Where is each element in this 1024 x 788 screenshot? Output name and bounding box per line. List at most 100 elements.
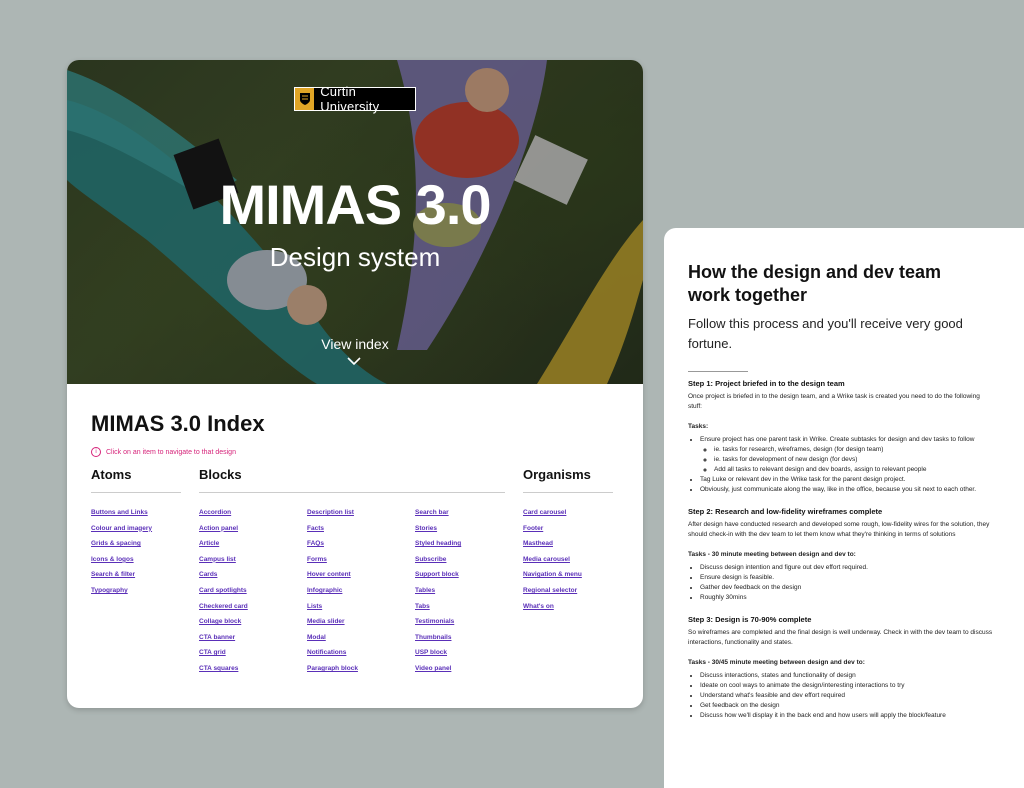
- index-list-item: Search & filter: [91, 563, 152, 579]
- index-link[interactable]: Accordion: [199, 509, 231, 516]
- index-list-item: Testimonials: [415, 610, 461, 626]
- task-item: Discuss how we'll display it in the back…: [700, 711, 993, 721]
- index-list-item: Typography: [91, 579, 152, 595]
- index-link[interactable]: Infographic: [307, 587, 342, 594]
- index-link[interactable]: CTA banner: [199, 634, 235, 641]
- index-link[interactable]: Testimonials: [415, 618, 454, 625]
- index-list-item: Facts: [307, 517, 358, 533]
- step-desc: So wireframes are completed and the fina…: [688, 629, 993, 646]
- task-list: Discuss design intention and figure out …: [688, 563, 993, 603]
- index-list-item: Thumbnails: [415, 626, 461, 642]
- index-link[interactable]: Tables: [415, 587, 435, 594]
- index-link[interactable]: Styled heading: [415, 540, 461, 547]
- process-intro: Follow this process and you'll receive v…: [688, 316, 963, 351]
- index-link[interactable]: Lists: [307, 603, 322, 610]
- task-item: Discuss design intention and figure out …: [700, 563, 993, 573]
- index-link[interactable]: Colour and imagery: [91, 525, 152, 532]
- index-link[interactable]: Icons & logos: [91, 556, 134, 563]
- index-list-item: Regional selector: [523, 579, 582, 595]
- process-title: How the design and dev team work togethe…: [688, 262, 942, 305]
- tasks-label: Tasks - 30/45 minute meeting between des…: [688, 659, 865, 666]
- organisms-list: Card carousel Footer Masthead Media carouse…: [523, 501, 582, 610]
- index-link[interactable]: Campus list: [199, 556, 236, 563]
- index-link[interactable]: Media carousel: [523, 556, 570, 563]
- index-link[interactable]: Modal: [307, 634, 326, 641]
- index-link[interactable]: FAQs: [307, 540, 324, 547]
- index-link[interactable]: Article: [199, 540, 219, 547]
- task-item: Ensure design is feasible.: [700, 573, 993, 583]
- subtask-item: ie. tasks for development of new design …: [714, 455, 993, 465]
- index-list-item: Icons & logos: [91, 548, 152, 564]
- index-list-item: Media carousel: [523, 548, 582, 564]
- index-link[interactable]: Card spotlights: [199, 587, 247, 594]
- index-link[interactable]: CTA squares: [199, 665, 238, 672]
- crest-icon: [295, 88, 315, 110]
- hero-banner: Curtin University MIMAS 3.0 Design syste…: [67, 60, 643, 384]
- index-link[interactable]: Search & filter: [91, 571, 135, 578]
- task-item: Obviously, just communicate along the wa…: [700, 485, 993, 495]
- view-index-link[interactable]: View index: [67, 336, 643, 352]
- index-link[interactable]: Typography: [91, 587, 128, 594]
- index-list-item: Card spotlights: [199, 579, 248, 595]
- index-link[interactable]: Card carousel: [523, 509, 566, 516]
- index-list-item: Masthead: [523, 532, 582, 548]
- index-link[interactable]: Support block: [415, 571, 459, 578]
- process-card: How the design and dev team work togethe…: [664, 228, 1024, 788]
- index-list-item: Styled heading: [415, 532, 461, 548]
- index-link[interactable]: Action panel: [199, 525, 238, 532]
- index-link[interactable]: Video panel: [415, 665, 451, 672]
- index-list-item: Forms: [307, 548, 358, 564]
- index-link[interactable]: Notifications: [307, 649, 346, 656]
- index-list-item: CTA grid: [199, 641, 248, 657]
- index-list-item: Footer: [523, 517, 582, 533]
- index-link[interactable]: Media slider: [307, 618, 345, 625]
- blocks-list-1: Accordion Action panel Article Campus list C…: [199, 501, 248, 673]
- index-link[interactable]: Search bar: [415, 509, 449, 516]
- atoms-heading: Atoms: [91, 467, 132, 482]
- index-list-item: Infographic: [307, 579, 358, 595]
- index-list-item: Tables: [415, 579, 461, 595]
- index-link[interactable]: Facts: [307, 525, 324, 532]
- task-item: Understand what's feasible and dev effor…: [700, 691, 993, 701]
- index-link[interactable]: Thumbnails: [415, 634, 451, 641]
- blocks-list-2: Description list Facts FAQs Forms Hover cont…: [307, 501, 358, 673]
- step-2: Step 2: Research and low-fidelity wirefr…: [688, 507, 993, 603]
- index-list-item: Tabs: [415, 595, 461, 611]
- index-link[interactable]: What's on: [523, 603, 554, 610]
- index-list-item: CTA squares: [199, 657, 248, 673]
- index-list-item: Search bar: [415, 501, 461, 517]
- index-link[interactable]: Collage block: [199, 618, 241, 625]
- index-link[interactable]: Paragraph block: [307, 665, 358, 672]
- index-link[interactable]: Grids & spacing: [91, 540, 141, 547]
- step-desc: After design have conducted research and…: [688, 521, 990, 538]
- index-list-item: Hover content: [307, 563, 358, 579]
- index-link[interactable]: CTA grid: [199, 649, 226, 656]
- index-link[interactable]: Cards: [199, 571, 217, 578]
- index-link[interactable]: Stories: [415, 525, 437, 532]
- task-item: Ensure project has one parent task in Wr…: [700, 435, 993, 475]
- index-link[interactable]: Regional selector: [523, 587, 577, 594]
- step-3: Step 3: Design is 70-90% complete So wir…: [688, 615, 993, 721]
- index-list-item: Support block: [415, 563, 461, 579]
- index-link[interactable]: Description list: [307, 509, 354, 516]
- step-heading: Step 2: Research and low-fidelity wirefr…: [688, 507, 883, 516]
- index-list-item: Buttons and Links: [91, 501, 152, 517]
- index-list-item: Cards: [199, 563, 248, 579]
- index-list-item: Colour and imagery: [91, 517, 152, 533]
- index-list-item: Navigation & menu: [523, 563, 582, 579]
- index-link[interactable]: USP block: [415, 649, 447, 656]
- task-item: Tag Luke or relevant dev in the Wrike ta…: [700, 475, 993, 485]
- index-list-item: Media slider: [307, 610, 358, 626]
- index-link[interactable]: Tabs: [415, 603, 430, 610]
- index-link[interactable]: Subscribe: [415, 556, 446, 563]
- index-link[interactable]: Navigation & menu: [523, 571, 582, 578]
- index-link[interactable]: Buttons and Links: [91, 509, 148, 516]
- chevron-down-icon[interactable]: [347, 357, 361, 366]
- index-link[interactable]: Forms: [307, 556, 327, 563]
- blocks-list-3: Search bar Stories Styled heading Subscribe…: [415, 501, 461, 673]
- index-link[interactable]: Footer: [523, 525, 543, 532]
- index-list-item: Description list: [307, 501, 358, 517]
- index-link[interactable]: Checkered card: [199, 603, 248, 610]
- index-link[interactable]: Hover content: [307, 571, 351, 578]
- index-link[interactable]: Masthead: [523, 540, 553, 547]
